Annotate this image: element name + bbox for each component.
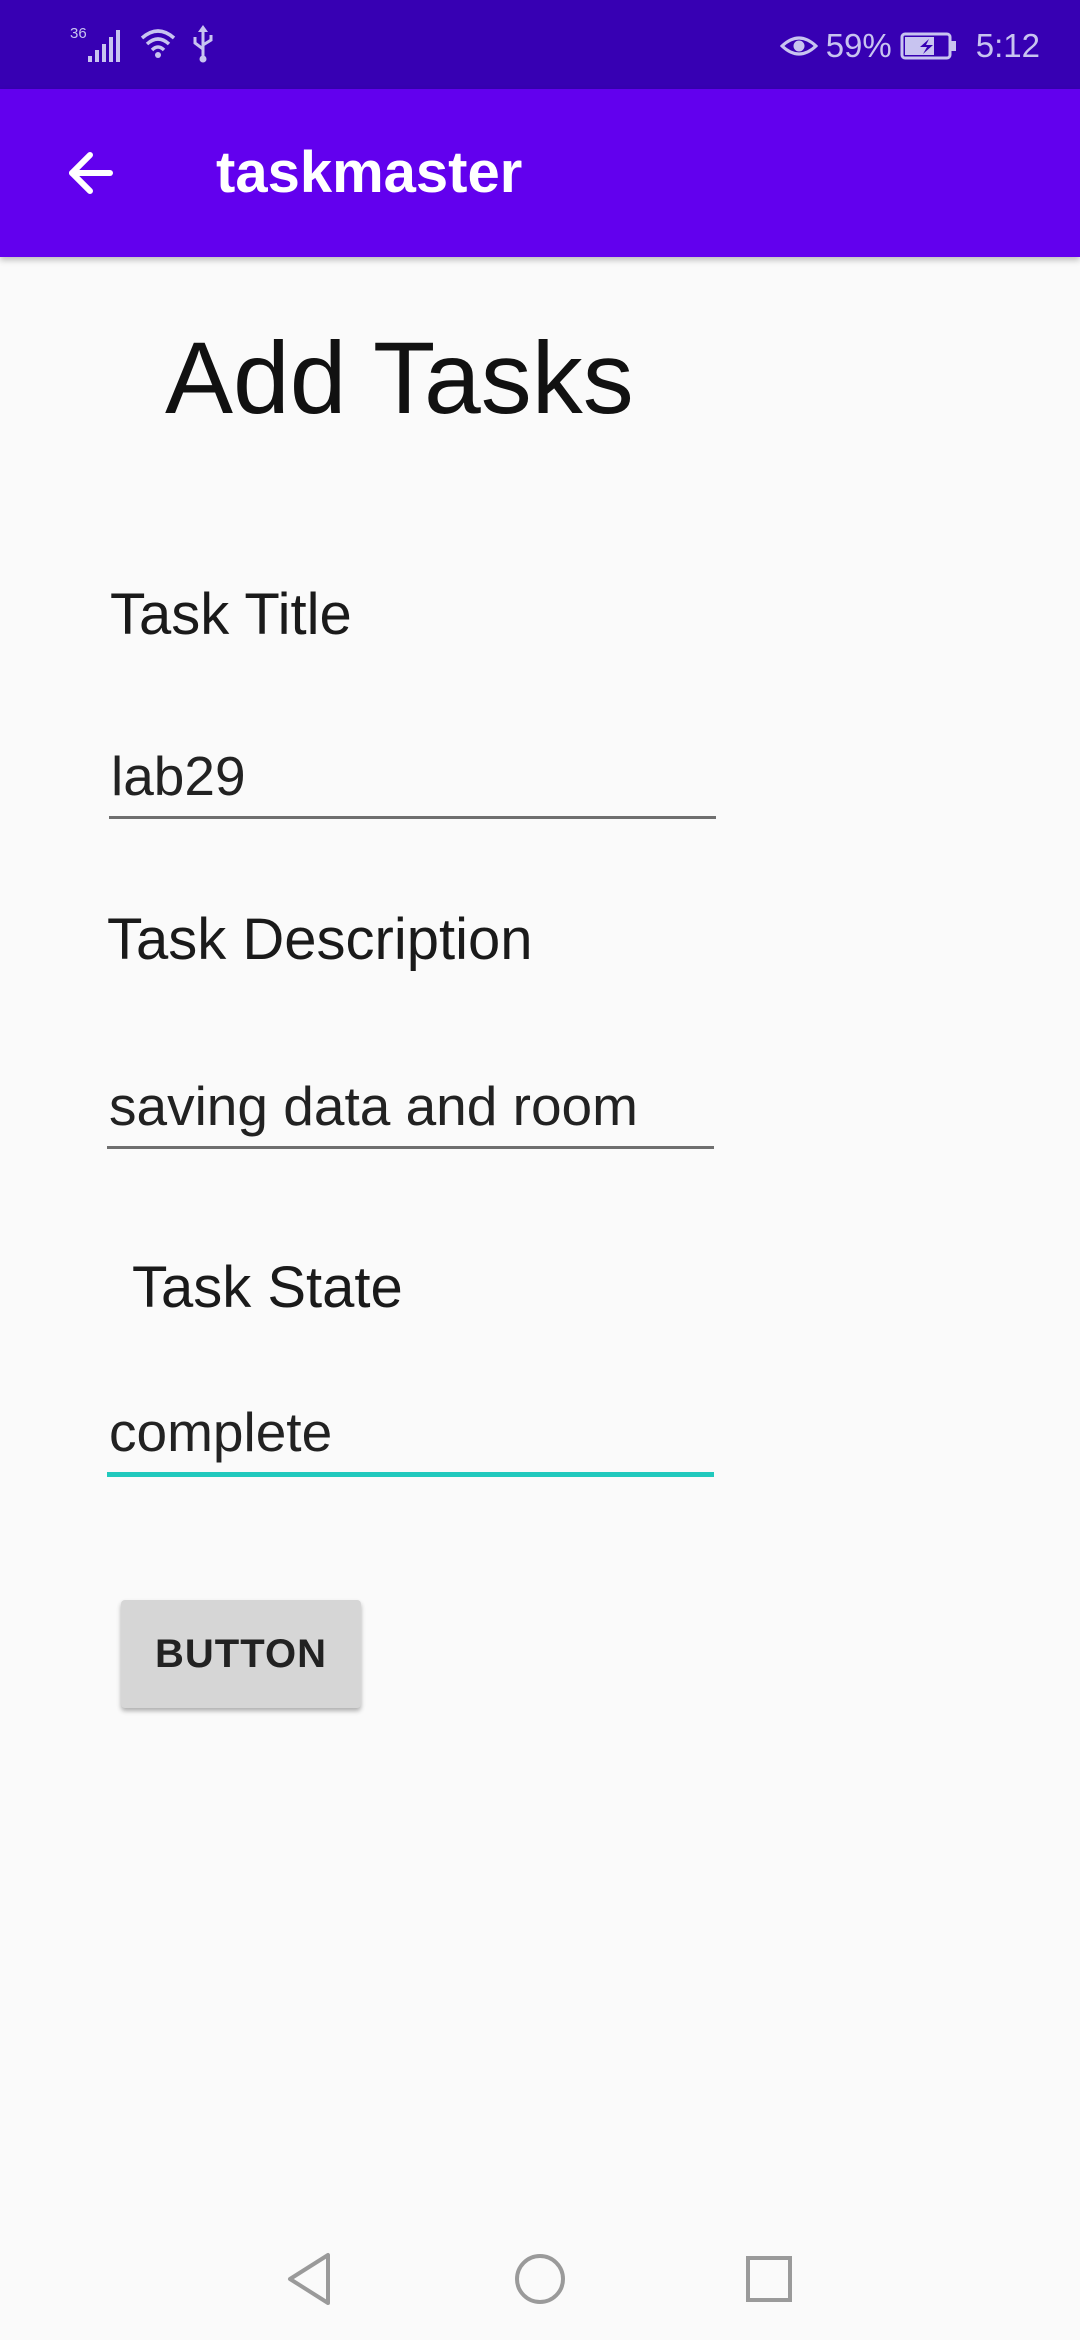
page-title: Add Tasks xyxy=(165,321,634,435)
submit-button[interactable]: BUTTON xyxy=(121,1600,361,1708)
home-circle-icon xyxy=(515,2254,565,2304)
nav-back-button[interactable] xyxy=(271,2241,347,2317)
back-triangle-icon xyxy=(288,2253,330,2305)
task-description-value: saving data and room xyxy=(109,1075,638,1137)
system-nav-bar xyxy=(0,2218,1080,2340)
nav-recents-button[interactable] xyxy=(731,2241,807,2317)
svg-text:36: 36 xyxy=(70,25,87,42)
task-description-input[interactable]: saving data and room xyxy=(107,1066,714,1149)
task-state-input[interactable]: complete xyxy=(107,1392,714,1477)
app-bar: taskmaster xyxy=(0,89,1080,257)
clock: 5:12 xyxy=(975,27,1040,64)
task-title-input[interactable]: lab29 xyxy=(109,736,716,819)
eye-comfort-icon xyxy=(779,36,818,56)
status-right: 59% 5:12 xyxy=(779,24,1040,68)
task-state-value: complete xyxy=(109,1401,333,1463)
wifi-icon xyxy=(140,29,176,58)
app-title: taskmaster xyxy=(216,140,523,205)
task-title-value: lab29 xyxy=(111,745,246,807)
battery-percent: 59% xyxy=(825,27,892,64)
status-left: 36 xyxy=(70,24,216,64)
battery-charging-icon xyxy=(900,32,956,60)
usb-icon xyxy=(193,25,213,63)
task-state-label: Task State xyxy=(132,1255,403,1320)
cell-signal-icon: 36 xyxy=(70,25,120,62)
nav-home-button[interactable] xyxy=(502,2241,578,2317)
task-title-label: Task Title xyxy=(110,582,352,647)
recents-square-icon xyxy=(746,2256,792,2302)
status-bar: 36 59% 5:12 xyxy=(0,0,1080,89)
task-description-label: Task Description xyxy=(107,907,533,972)
back-button[interactable] xyxy=(40,123,140,223)
arrow-back-icon xyxy=(69,152,113,194)
